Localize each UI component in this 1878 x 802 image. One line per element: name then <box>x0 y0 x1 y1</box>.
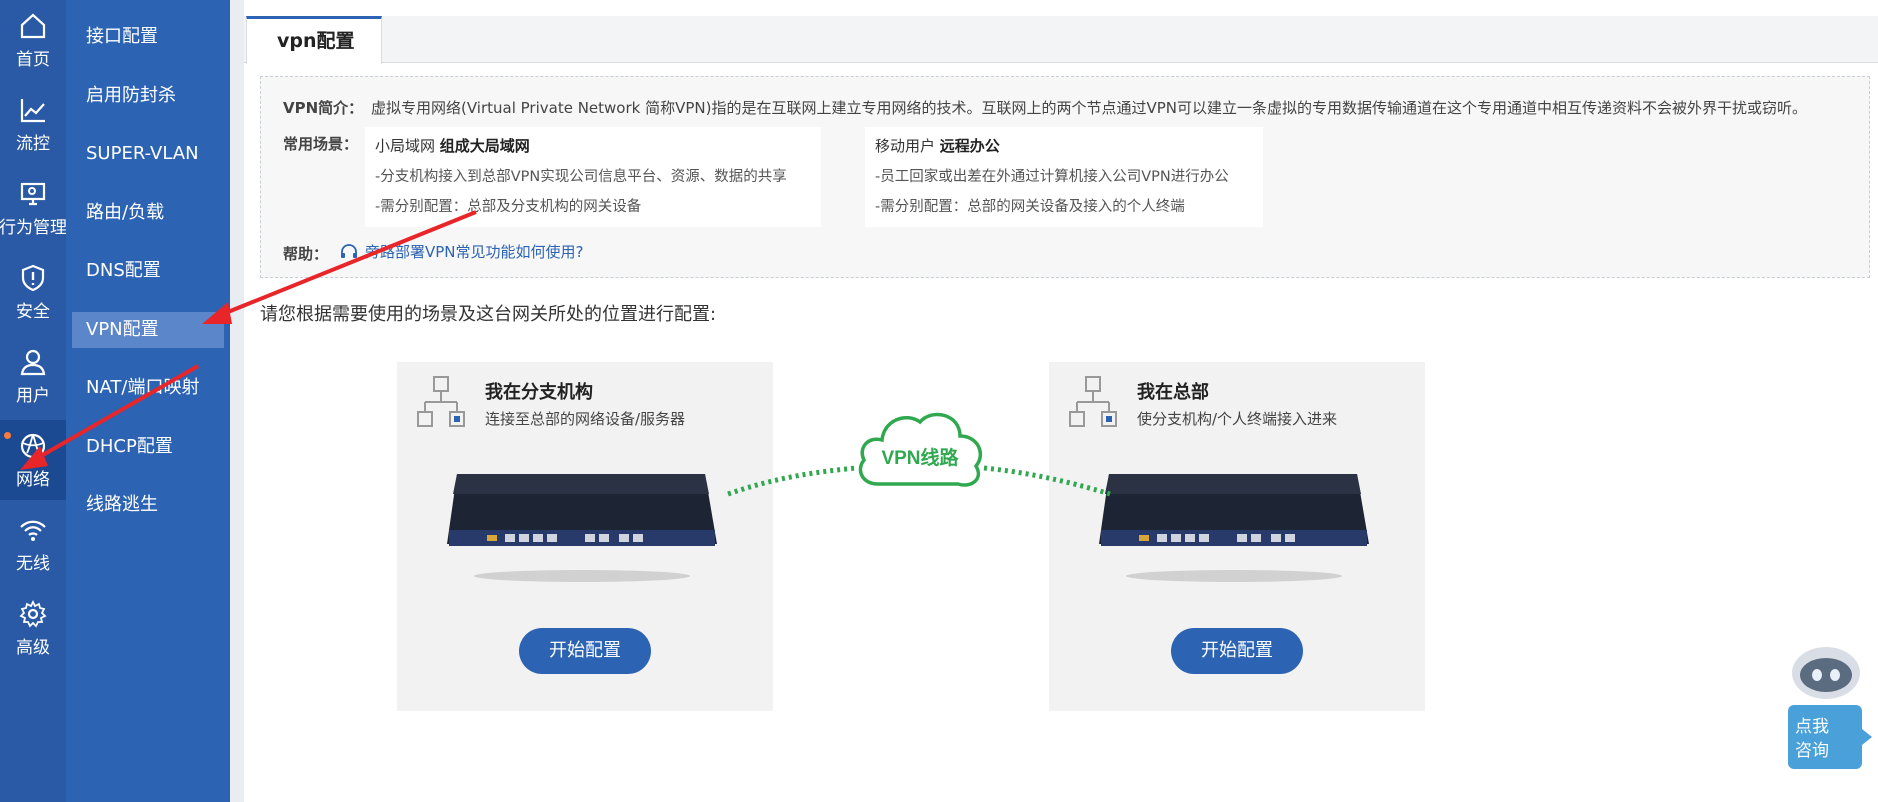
rail-item-home[interactable]: 首页 <box>0 0 66 80</box>
robot-assistant-icon[interactable]: 点我 咨询 <box>1782 645 1876 777</box>
rail-label: 行为管理 <box>0 217 67 238</box>
rail-label: 安全 <box>16 301 50 322</box>
icon-rail: 首页 流控 行为管理 安全 用户 网络 无线 高级 <box>0 0 67 802</box>
rail-item-behavior[interactable]: 行为管理 <box>0 168 67 248</box>
rail-item-advanced[interactable]: 高级 <box>0 588 66 668</box>
wifi-icon <box>20 520 46 541</box>
notification-dot <box>4 432 11 439</box>
network-submenu: 接口配置 启用防封杀 SUPER-VLAN 路由/负载 DNS配置 VPN配置 … <box>66 0 230 802</box>
vpn-cloud-icon: VPN线路 <box>858 412 982 487</box>
user-icon <box>20 349 46 375</box>
rail-item-wireless[interactable]: 无线 <box>0 504 66 584</box>
monitor-icon <box>20 182 46 205</box>
chart-icon <box>20 98 45 122</box>
cloud-label: VPN线路 <box>881 446 959 469</box>
rail-label: 无线 <box>16 553 50 574</box>
menu-item-anti-block[interactable]: 启用防封杀 <box>72 78 224 114</box>
menu-item-line-escape[interactable]: 线路逃生 <box>72 487 224 523</box>
menu-item-super-vlan[interactable]: SUPER-VLAN <box>72 136 224 172</box>
rail-item-user[interactable]: 用户 <box>0 336 66 416</box>
robot-text-line1: 点我 <box>1795 717 1829 736</box>
menu-item-vpn[interactable]: VPN配置 <box>72 312 224 348</box>
rail-label: 用户 <box>16 385 50 406</box>
rail-label: 首页 <box>16 49 50 70</box>
rail-label: 高级 <box>16 637 50 658</box>
rail-item-security[interactable]: 安全 <box>0 252 66 332</box>
menu-item-nat[interactable]: NAT/端口映射 <box>72 370 224 406</box>
menu-item-routing[interactable]: 路由/负载 <box>72 195 224 231</box>
network-icon <box>20 433 46 458</box>
robot-text-line2: 咨询 <box>1795 741 1829 760</box>
menu-item-dns[interactable]: DNS配置 <box>72 253 224 289</box>
menu-item-dhcp[interactable]: DHCP配置 <box>72 429 224 465</box>
rail-label: 网络 <box>16 469 50 490</box>
shield-icon <box>21 264 45 291</box>
gear-icon <box>19 599 47 628</box>
home-icon <box>20 13 46 38</box>
vpn-link-lines <box>727 465 1111 497</box>
rail-label: 流控 <box>16 133 50 154</box>
menu-item-interface[interactable]: 接口配置 <box>72 19 224 55</box>
rail-item-traffic[interactable]: 流控 <box>0 84 66 164</box>
main-content: vpn配置 VPN简介： 虚拟专用网络(Virtual Private Netw… <box>230 0 1878 802</box>
